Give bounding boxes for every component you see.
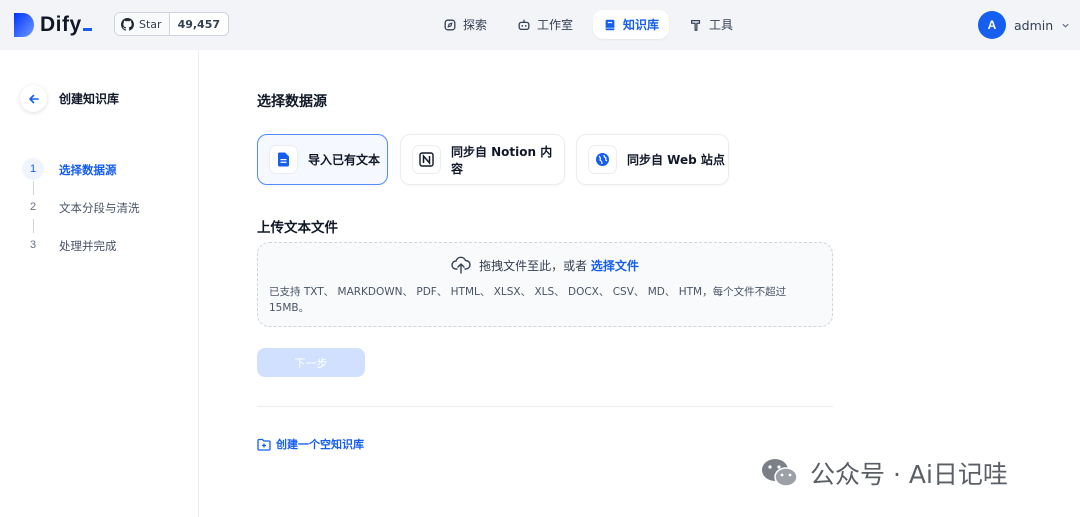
main-nav: 探索 工作室 知识库 工具 (433, 10, 743, 39)
nav-knowledge-label: 知识库 (623, 18, 660, 32)
source-web-card[interactable]: 同步自 Web 站点 (576, 134, 729, 185)
nav-tools[interactable]: 工具 (679, 10, 743, 39)
create-empty-knowledge-link[interactable]: 创建一个空知识库 (257, 436, 364, 452)
globe-icon-box (588, 145, 617, 174)
wechat-icon (762, 459, 798, 487)
notion-icon-box (412, 145, 441, 174)
top-header: Dify Star 49,457 探索 工作室 知识库 工具 A admin (0, 0, 1080, 50)
dropzone-tip: 已支持 TXT、 MARKDOWN、 PDF、 HTML、 XLSX、 XLS、… (269, 286, 787, 314)
book-icon (605, 19, 615, 30)
github-star-count[interactable]: 49,457 (170, 13, 228, 35)
source-notion-label: 同步自 Notion 内容 (450, 144, 553, 176)
dropzone-text: 拖拽文件至此，或者 (479, 258, 588, 273)
brand-name: Dify (40, 13, 92, 37)
notion-icon (419, 152, 434, 167)
main-panel: 选择数据源 导入已有文本 同步自 Notion 内容 同步自 Web 站点 上传… (199, 50, 1080, 517)
dropzone-prompt: 拖拽文件至此，或者 选择文件 (258, 256, 832, 274)
github-star-widget[interactable]: Star 49,457 (114, 12, 230, 36)
nav-explore[interactable]: 探索 (433, 10, 497, 39)
step-item: 2 文本分段与清洗 (22, 196, 140, 234)
choose-file-link[interactable]: 选择文件 (591, 259, 639, 273)
arrow-left-icon (28, 94, 39, 103)
chevron-down-icon[interactable] (1061, 21, 1070, 30)
step-label: 选择数据源 (59, 163, 117, 177)
file-icon-box (269, 145, 298, 174)
file-dropzone[interactable]: 拖拽文件至此，或者 选择文件 已支持 TXT、 MARKDOWN、 PDF、 H… (257, 242, 833, 327)
source-file-label: 导入已有文本 (308, 153, 381, 167)
next-step-button[interactable]: 下一步 (257, 348, 365, 377)
step-label: 处理并完成 (59, 239, 117, 253)
source-web-label: 同步自 Web 站点 (627, 153, 725, 167)
back-row: 创建知识库 (20, 85, 119, 112)
nav-knowledge[interactable]: 知识库 (593, 10, 670, 39)
nav-studio[interactable]: 工作室 (507, 10, 583, 39)
github-star-label: Star (139, 17, 162, 31)
step-item: 3 处理并完成 (22, 234, 140, 272)
steps-sidebar: 创建知识库 1 选择数据源 2 文本分段与清洗 3 处理并完成 (0, 50, 199, 517)
globe-icon (596, 153, 609, 166)
data-source-title: 选择数据源 (257, 94, 327, 110)
step-item: 1 选择数据源 (22, 158, 140, 196)
cloud-upload-icon (451, 256, 471, 274)
nav-explore-label: 探索 (463, 18, 488, 32)
dify-logo-icon (14, 13, 34, 37)
folder-plus-icon (257, 438, 271, 451)
hammer-icon (691, 19, 701, 31)
user-name[interactable]: admin (1014, 18, 1053, 33)
step-connector (32, 219, 34, 233)
user-menu[interactable]: A admin (978, 11, 1070, 39)
source-file-card[interactable]: 导入已有文本 (257, 134, 388, 185)
github-icon (121, 17, 134, 31)
divider (257, 406, 833, 407)
sidebar-title: 创建知识库 (59, 92, 120, 106)
step-number: 2 (22, 196, 44, 218)
step-connector (32, 181, 34, 195)
compass-icon (444, 19, 456, 30)
github-star-button[interactable]: Star (115, 13, 170, 35)
back-button[interactable] (20, 85, 47, 112)
robot-icon (518, 19, 530, 30)
upload-title: 上传文本文件 (257, 220, 338, 236)
nav-tools-label: 工具 (709, 18, 734, 32)
watermark-text: 公众号 · Ai日记哇 (810, 460, 1008, 489)
step-list: 1 选择数据源 2 文本分段与清洗 3 处理并完成 (22, 158, 140, 272)
step-number: 1 (22, 158, 44, 180)
dify-logo[interactable]: Dify (12, 10, 92, 40)
create-empty-label: 创建一个空知识库 (276, 438, 364, 451)
avatar[interactable]: A (978, 11, 1006, 39)
file-icon (278, 152, 289, 167)
nav-studio-label: 工作室 (537, 18, 574, 32)
watermark: 公众号 · Ai日记哇 (760, 455, 1008, 491)
source-notion-card[interactable]: 同步自 Notion 内容 (400, 134, 565, 185)
step-label: 文本分段与清洗 (59, 201, 140, 215)
step-number: 3 (22, 234, 44, 256)
